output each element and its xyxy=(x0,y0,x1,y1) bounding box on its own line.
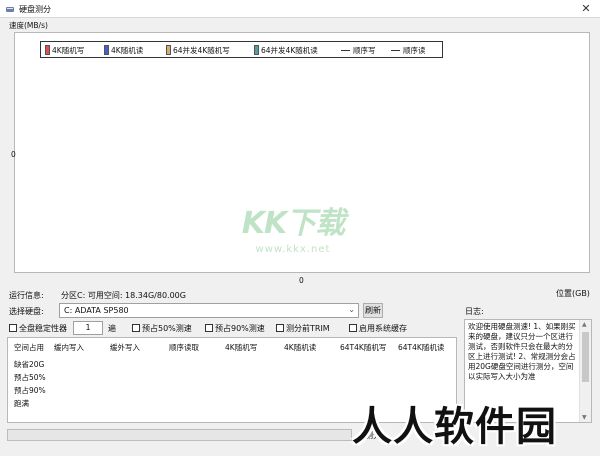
legend-line xyxy=(341,50,350,51)
prefill90-label: 预占90%测速 xyxy=(215,324,265,333)
table-header: 64T4K随机读 xyxy=(398,343,445,352)
table-row: 跑满 xyxy=(14,399,29,408)
trim-label: 测分前TRIM xyxy=(286,324,330,333)
disk-select-value: C: ADATA SP580 xyxy=(64,306,129,315)
x-axis-label: 位置(GB) xyxy=(556,289,590,298)
run-info-value: 分区C: 可用空间: 18.34G/80.00G xyxy=(61,291,186,300)
legend-label: 4K随机读 xyxy=(111,46,144,55)
pass-count-unit: 遍 xyxy=(108,324,116,333)
legend-line xyxy=(391,50,400,51)
log-scrollbar[interactable]: ▲ ▼ xyxy=(579,320,591,422)
table-header: 64T4K随机写 xyxy=(340,343,387,352)
chevron-down-icon: ⌄ xyxy=(348,305,355,314)
legend-swatch xyxy=(254,45,259,55)
kk-watermark-logo: KK下载 xyxy=(241,206,346,241)
table-row: 预占90% xyxy=(14,386,46,395)
scroll-down-icon[interactable]: ▼ xyxy=(582,414,587,421)
trim-checkbox[interactable] xyxy=(276,324,284,332)
table-header: 缓外写入 xyxy=(110,343,140,352)
table-row: 缺省20G xyxy=(14,360,45,369)
legend-swatch xyxy=(104,45,109,55)
window-title: 硬盘测分 xyxy=(19,5,51,14)
table-header: 4K随机写 xyxy=(225,343,258,352)
legend-item-4k-write: 4K随机写 xyxy=(45,45,84,56)
legend-label: 顺序写 xyxy=(353,46,376,55)
system-cache-label: 启用系统缓存 xyxy=(359,324,407,333)
stability-checkbox[interactable] xyxy=(9,324,17,332)
system-cache-checkbox[interactable] xyxy=(349,324,357,332)
select-disk-label: 选择硬盘: xyxy=(9,307,44,316)
table-header: 顺序读取 xyxy=(169,343,199,352)
run-info-label: 运行信息: xyxy=(9,291,44,300)
progress-bar xyxy=(7,429,352,441)
x-axis-zero-tick: 0 xyxy=(299,276,304,285)
legend-label: 4K随机写 xyxy=(52,46,85,55)
legend-item-seq-read: 顺序读 xyxy=(391,45,426,56)
log-text: 欢迎使用硬盘测速! 1、如果刚买来的硬盘，建议只分一个区进行测试，否则软件只会在… xyxy=(468,322,576,381)
prefill90-checkbox[interactable] xyxy=(205,324,213,332)
app-icon xyxy=(6,7,14,12)
y-axis-zero-tick: 0 xyxy=(11,150,16,159)
table-header: 空间占用 xyxy=(14,343,44,352)
legend-item-64t-4k-write: 64并发4K随机写 xyxy=(166,45,230,56)
legend-item-4k-read: 4K随机读 xyxy=(104,45,143,56)
legend-item-64t-4k-read: 64并发4K随机读 xyxy=(254,45,318,56)
table-header: 缓内写入 xyxy=(54,343,84,352)
disk-select[interactable]: C: ADATA SP580 ⌄ xyxy=(59,303,359,318)
prefill50-label: 预占50%测速 xyxy=(142,324,192,333)
site-watermark: 人人软件园 xyxy=(352,404,557,450)
table-header: 4K随机读 xyxy=(284,343,317,352)
title-bar: 硬盘测分 ✕ xyxy=(0,0,600,18)
log-label: 日志: xyxy=(465,307,484,316)
y-axis-label: 速度(MB/s) xyxy=(9,21,48,30)
chart-legend: 4K随机写 4K随机读 64并发4K随机写 64并发4K随机读 顺序写 顺序读 xyxy=(40,41,443,58)
legend-swatch xyxy=(166,45,171,55)
prefill50-checkbox[interactable] xyxy=(132,324,140,332)
legend-label: 64并发4K随机写 xyxy=(173,46,230,55)
scroll-up-icon[interactable]: ▲ xyxy=(582,321,587,328)
close-button[interactable]: ✕ xyxy=(572,0,600,18)
legend-label: 64并发4K随机读 xyxy=(261,46,318,55)
legend-label: 顺序读 xyxy=(403,46,426,55)
legend-swatch xyxy=(45,45,50,55)
kk-watermark: KK下载 www.kkx.net xyxy=(223,198,363,260)
stability-label: 全盘稳定性器 xyxy=(19,324,67,333)
refresh-button[interactable]: 刷新 xyxy=(363,303,383,318)
legend-item-seq-write: 顺序写 xyxy=(341,45,376,56)
scroll-thumb[interactable] xyxy=(582,332,589,382)
pass-count-input[interactable]: 1 xyxy=(73,321,103,335)
kk-watermark-url: www.kkx.net xyxy=(255,244,331,255)
table-row: 预占50% xyxy=(14,373,46,382)
